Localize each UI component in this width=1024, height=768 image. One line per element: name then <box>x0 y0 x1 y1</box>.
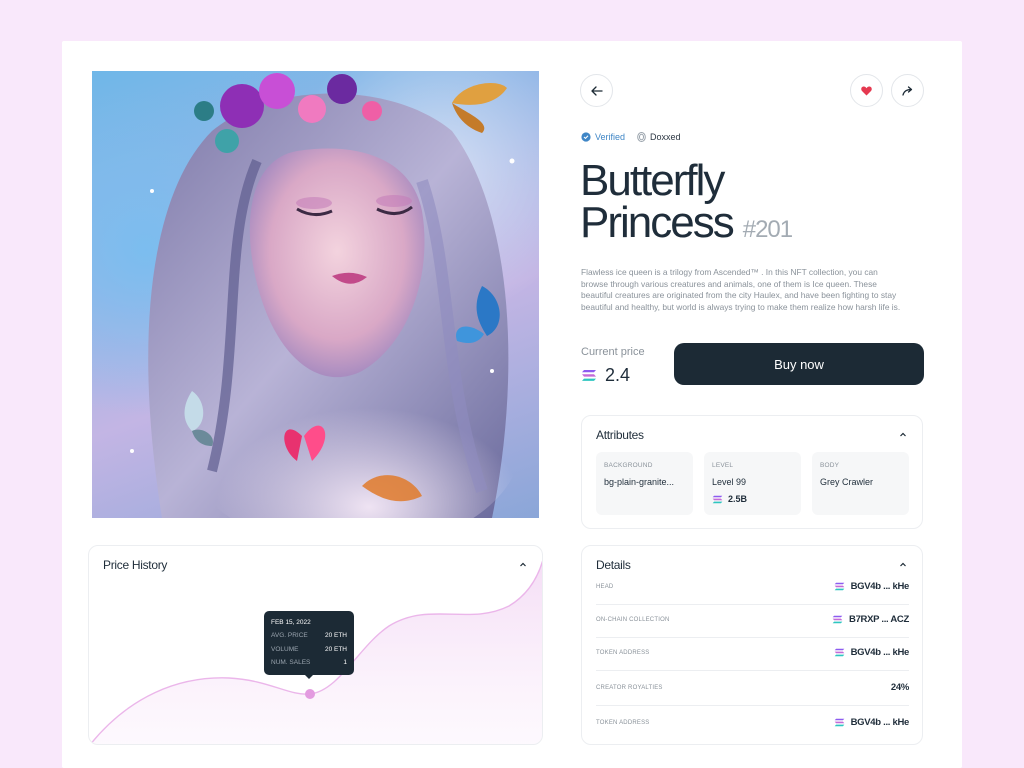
verified-badge: Verified <box>581 132 625 142</box>
share-icon <box>901 85 912 96</box>
nft-number: #201 <box>742 216 793 243</box>
tooltip-row: VOLUME 20 ETH <box>271 646 347 653</box>
like-button[interactable] <box>850 74 883 107</box>
details-value-text: BGV4b ... kHe <box>850 581 910 592</box>
details-row: TOKEN ADDRESS BGV4b ... kHe <box>596 708 909 741</box>
verified-check-icon <box>581 132 591 142</box>
current-price-label: Current price <box>581 346 645 358</box>
details-value-text: BGV4b ... kHe <box>850 717 910 728</box>
nft-description: Flawless ice queen is a trilogy from Asc… <box>581 267 901 312</box>
details-value-text: BGV4b ... kHe <box>850 647 910 658</box>
attribute-key: BODY <box>820 462 840 469</box>
attribute-value: bg-plain-granite... <box>604 477 675 487</box>
details-value-text: B7RXP ... ACZ <box>849 614 909 625</box>
details-row: TOKEN ADDRESS BGV4b ... kHe <box>596 638 909 671</box>
solana-icon <box>834 718 844 727</box>
buy-now-button[interactable]: Buy now <box>674 343 924 385</box>
tooltip-key: VOLUME <box>271 646 299 653</box>
details-value[interactable]: B7RXP ... ACZ <box>832 614 909 625</box>
attribute-sub-value: 2.5B <box>728 494 748 504</box>
nft-title: Butterfly Princess #201 <box>580 156 910 251</box>
solana-icon <box>832 615 843 624</box>
attributes-title: Attributes <box>596 428 644 442</box>
details-title: Details <box>596 558 631 572</box>
details-row: HEAD BGV4b ... kHe <box>596 572 909 605</box>
details-key: TOKEN ADDRESS <box>596 720 650 726</box>
details-value: 24% <box>891 682 909 693</box>
share-button[interactable] <box>891 74 924 107</box>
tooltip-row: AVG. PRICE 20 ETH <box>271 632 347 639</box>
attribute-value: Level 99 <box>712 477 747 487</box>
details-key: TOKEN ADDRESS <box>596 650 650 656</box>
current-price-value: 2.4 <box>605 365 631 385</box>
attribute-card-background: BACKGROUND bg-plain-granite... <box>596 452 693 515</box>
tooltip-key: NUM. SALES <box>271 659 311 666</box>
details-value[interactable]: BGV4b ... kHe <box>834 581 909 592</box>
price-tooltip: FEB 15, 2022 AVG. PRICE 20 ETH VOLUME 20… <box>264 611 354 679</box>
details-row: CREATOR ROYALTIES 24% <box>596 673 909 706</box>
heart-icon <box>861 86 872 95</box>
tooltip-key: AVG. PRICE <box>271 632 308 639</box>
details-key: ON-CHAIN COLLECTION <box>596 617 670 623</box>
attribute-value: Grey Crawler <box>820 477 874 487</box>
attribute-card-body: BODY Grey Crawler <box>812 452 909 515</box>
solana-icon <box>582 370 596 381</box>
chevron-up-icon[interactable] <box>898 560 908 570</box>
solana-icon <box>834 582 844 591</box>
attribute-key: BACKGROUND <box>604 462 653 469</box>
details-value-text: 24% <box>890 682 909 693</box>
chevron-up-icon[interactable] <box>898 430 908 440</box>
details-value[interactable]: BGV4b ... kHe <box>834 717 909 728</box>
fingerprint-icon <box>637 132 646 142</box>
details-key: HEAD <box>596 584 614 590</box>
nft-title-line1: Butterfly <box>580 156 725 205</box>
nft-artwork-image <box>92 71 539 518</box>
tooltip-value: 20 ETH <box>324 632 347 639</box>
arrow-left-icon <box>590 85 603 96</box>
verified-label: Verified <box>595 132 626 142</box>
current-price: 2.4 <box>581 365 630 386</box>
status-badges: Verified Doxxed <box>581 132 681 142</box>
attribute-sub: 2.5B <box>712 494 747 504</box>
tooltip-value: 20 ETH <box>324 646 347 653</box>
tooltip-row: NUM. SALES 1 <box>271 659 347 666</box>
tooltip-value: 1 <box>343 659 347 666</box>
solana-icon <box>834 648 844 657</box>
tooltip-date: FEB 15, 2022 <box>271 619 311 626</box>
details-row: ON-CHAIN COLLECTION B7RXP ... ACZ <box>596 605 909 638</box>
solana-icon <box>712 495 723 503</box>
nft-title-line2: Princess <box>580 198 735 247</box>
attribute-key: LEVEL <box>712 462 734 469</box>
details-key: CREATOR ROYALTIES <box>596 685 663 691</box>
attributes-panel: Attributes BACKGROUND bg-plain-granite..… <box>581 415 923 529</box>
details-value[interactable]: BGV4b ... kHe <box>834 647 909 658</box>
details-panel: Details HEAD BGV4b ... kHe ON-CHAIN COLL… <box>581 545 923 745</box>
attribute-card-level: LEVEL Level 99 2.5B <box>704 452 801 515</box>
doxxed-badge: Doxxed <box>637 132 681 142</box>
price-history-point[interactable] <box>305 689 315 699</box>
back-button[interactable] <box>580 74 613 107</box>
doxxed-label: Doxxed <box>650 132 681 142</box>
